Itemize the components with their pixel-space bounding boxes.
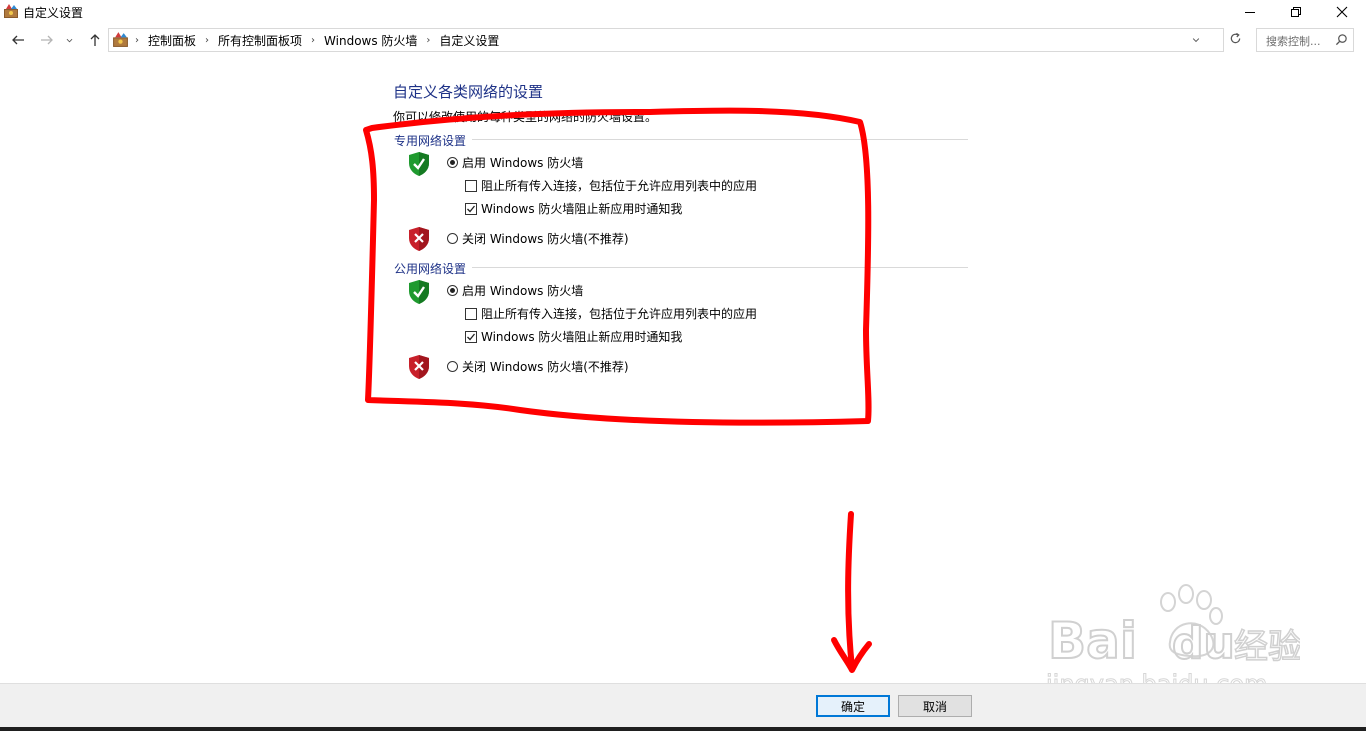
control-panel-icon xyxy=(4,4,18,18)
search-icon xyxy=(1335,34,1347,46)
ok-button[interactable]: 确定 xyxy=(816,695,890,717)
radio-selected[interactable] xyxy=(447,157,458,168)
forward-button[interactable] xyxy=(37,30,57,50)
up-arrow-icon xyxy=(90,34,100,46)
window-title: 自定义设置 xyxy=(23,6,84,20)
search-placeholder: 搜索控制... xyxy=(1266,35,1321,48)
breadcrumb-windows-firewall[interactable]: Windows 防火墙 xyxy=(324,32,417,49)
address-history-button[interactable] xyxy=(1189,32,1203,48)
svg-text:经验: 经验 xyxy=(1234,627,1300,667)
minimize-button[interactable] xyxy=(1227,0,1273,24)
private-enable-firewall-radio[interactable]: 启用 Windows 防火墙 xyxy=(447,154,583,171)
recent-locations-button[interactable] xyxy=(62,30,76,50)
public-notify-label: Windows 防火墙阻止新应用时通知我 xyxy=(481,330,683,344)
private-notify-label: Windows 防火墙阻止新应用时通知我 xyxy=(481,202,683,216)
public-notify-checkbox[interactable]: Windows 防火墙阻止新应用时通知我 xyxy=(465,328,682,345)
title-bar: 自定义设置 xyxy=(0,0,1366,24)
radio-unselected[interactable] xyxy=(447,361,458,372)
public-network-heading: 公用网络设置 xyxy=(394,262,467,276)
checkmark-icon xyxy=(467,205,476,212)
chevron-right-icon[interactable]: › xyxy=(205,35,209,46)
chevron-down-icon xyxy=(66,38,72,42)
checkbox-unchecked[interactable] xyxy=(465,307,477,320)
page-title: 自定义各类网络的设置 xyxy=(393,83,544,101)
svg-text:Bai: Bai xyxy=(1048,612,1137,670)
private-disable-label: 关闭 Windows 防火墙(不推荐) xyxy=(462,232,629,246)
checkbox-checked[interactable] xyxy=(465,202,477,215)
chevron-right-icon[interactable]: › xyxy=(426,35,430,46)
shield-check-icon xyxy=(409,280,429,304)
chevron-right-icon: › xyxy=(135,35,139,46)
private-notify-checkbox[interactable]: Windows 防火墙阻止新应用时通知我 xyxy=(465,200,682,217)
restore-icon xyxy=(1291,7,1301,17)
shield-x-icon xyxy=(409,355,429,379)
baidu-jingyan-watermark: Bai du 经验 jingyan.baidu.com xyxy=(1045,584,1300,699)
up-button[interactable] xyxy=(85,30,105,50)
address-bar[interactable]: › 控制面板 › 所有控制面板项 › Windows 防火墙 › 自定义设置 xyxy=(108,28,1224,52)
forward-arrow-icon xyxy=(41,35,53,45)
radio-unselected[interactable] xyxy=(447,233,458,244)
chevron-right-icon[interactable]: › xyxy=(311,35,315,46)
breadcrumb-custom-settings[interactable]: 自定义设置 xyxy=(439,32,499,49)
private-disable-firewall-radio[interactable]: 关闭 Windows 防火墙(不推荐) xyxy=(447,230,629,247)
refresh-button[interactable] xyxy=(1226,28,1244,48)
shield-x-icon xyxy=(409,227,429,251)
close-button[interactable] xyxy=(1319,0,1365,24)
taskbar-edge xyxy=(0,727,1366,731)
control-panel-icon xyxy=(113,32,128,47)
back-button[interactable] xyxy=(8,30,28,50)
public-enable-label: 启用 Windows 防火墙 xyxy=(462,284,584,298)
breadcrumb-all-items[interactable]: 所有控制面板项 xyxy=(218,32,302,49)
refresh-icon xyxy=(1230,32,1240,43)
radio-selected[interactable] xyxy=(447,285,458,296)
checkbox-checked[interactable] xyxy=(465,330,477,343)
private-block-all-checkbox[interactable]: 阻止所有传入连接，包括位于允许应用列表中的应用 xyxy=(465,177,757,194)
svg-text:du: du xyxy=(1172,618,1235,669)
dialog-footer: 确定 取消 xyxy=(0,683,1366,728)
public-block-all-label: 阻止所有传入连接，包括位于允许应用列表中的应用 xyxy=(481,307,758,321)
public-disable-label: 关闭 Windows 防火墙(不推荐) xyxy=(462,360,629,374)
private-network-heading: 专用网络设置 xyxy=(394,134,467,148)
navigation-bar: › 控制面板 › 所有控制面板项 › Windows 防火墙 › 自定义设置 xyxy=(0,26,1366,54)
close-icon xyxy=(1336,6,1348,18)
chevron-down-icon xyxy=(1192,38,1200,43)
checkbox-unchecked[interactable] xyxy=(465,179,477,192)
private-enable-label: 启用 Windows 防火墙 xyxy=(462,156,584,170)
public-enable-firewall-radio[interactable]: 启用 Windows 防火墙 xyxy=(447,282,583,299)
page-description: 你可以修改使用的每种类型的网络的防火墙设置。 xyxy=(393,110,658,124)
section-divider xyxy=(472,139,968,140)
minimize-icon xyxy=(1245,12,1255,13)
breadcrumb-control-panel[interactable]: 控制面板 xyxy=(148,32,196,49)
checkmark-icon xyxy=(467,333,476,340)
private-block-all-label: 阻止所有传入连接，包括位于允许应用列表中的应用 xyxy=(481,179,758,193)
back-arrow-icon xyxy=(12,35,24,45)
cancel-button[interactable]: 取消 xyxy=(898,695,972,717)
public-disable-firewall-radio[interactable]: 关闭 Windows 防火墙(不推荐) xyxy=(447,358,629,375)
search-input[interactable]: 搜索控制... xyxy=(1256,28,1354,52)
restore-button[interactable] xyxy=(1273,0,1319,24)
breadcrumb: › 控制面板 › 所有控制面板项 › Windows 防火墙 › 自定义设置 xyxy=(135,32,508,49)
shield-check-icon xyxy=(409,152,429,176)
section-divider xyxy=(472,267,968,268)
public-block-all-checkbox[interactable]: 阻止所有传入连接，包括位于允许应用列表中的应用 xyxy=(465,305,757,322)
